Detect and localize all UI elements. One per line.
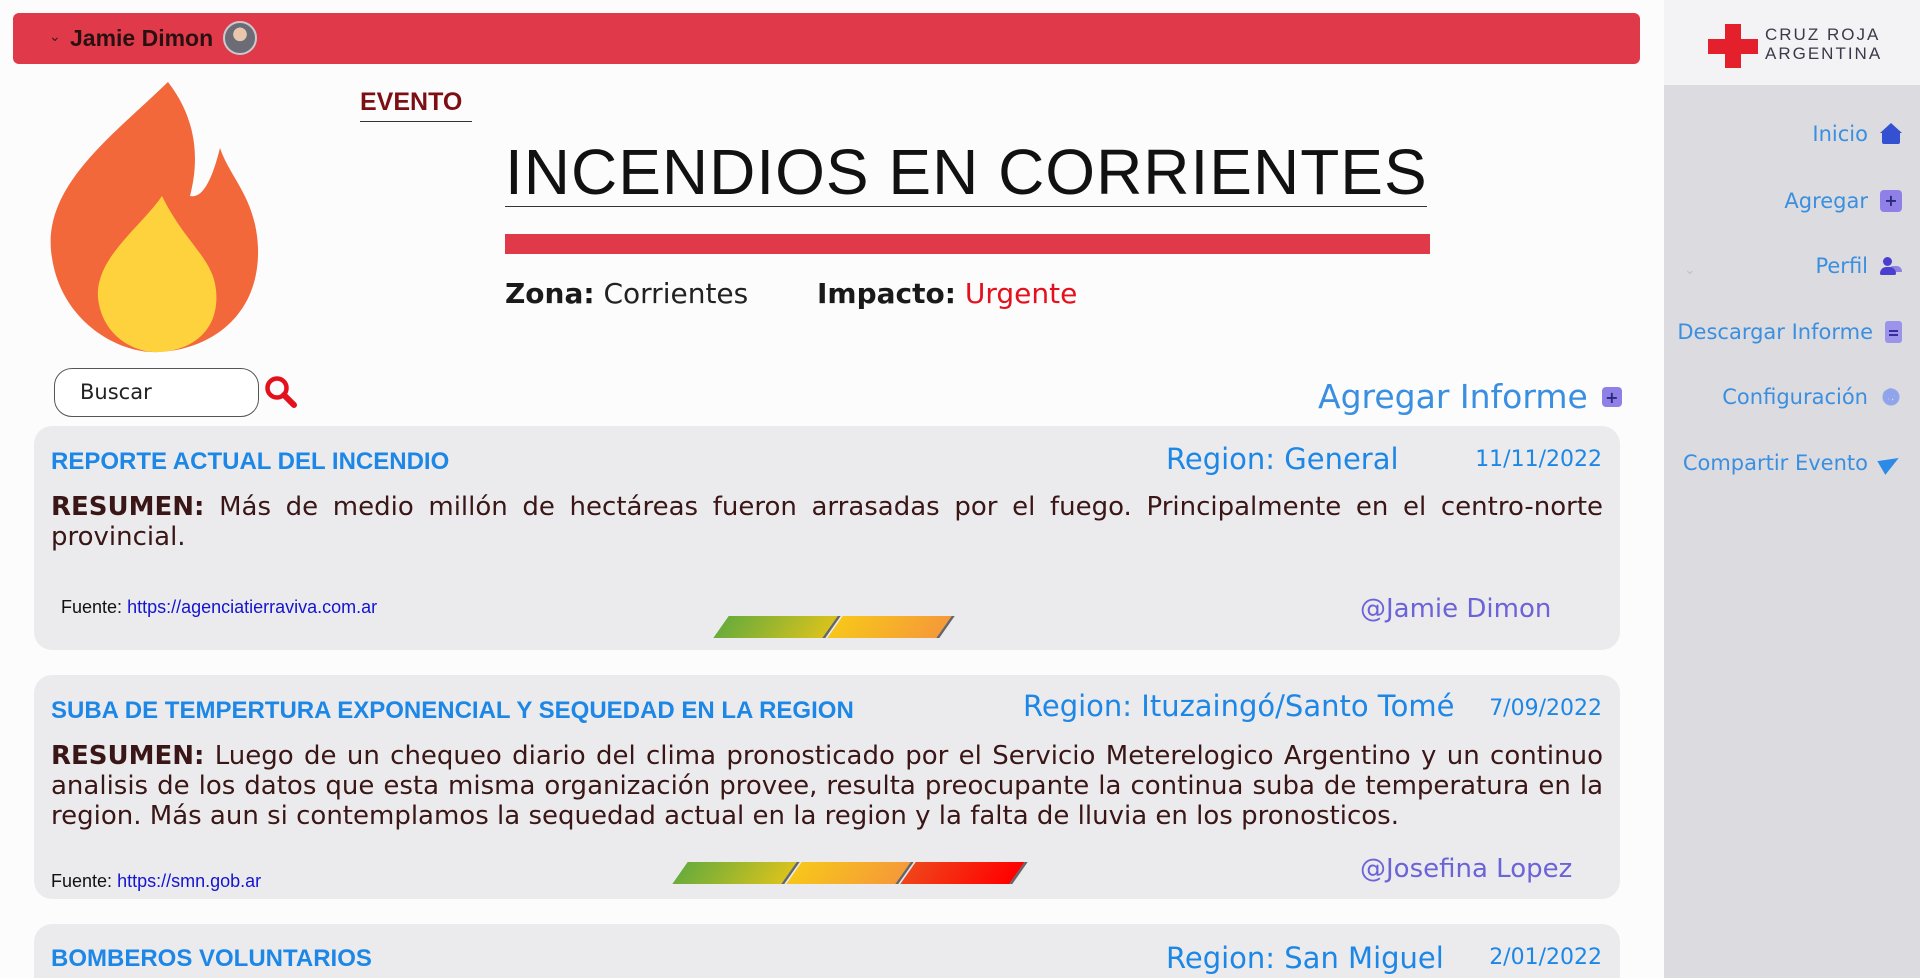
zone-info: Zona: Corrientes bbox=[505, 277, 748, 310]
sidebar: CRUZ ROJA ARGENTINA Inicio Agregar + ⌄ P… bbox=[1664, 0, 1920, 978]
impact-segment-high bbox=[900, 862, 1028, 884]
report-region: Region: San Miguel bbox=[1166, 941, 1444, 975]
page: ⌄ Jamie Dimon EVENTO INCENDIOS EN CORRIE… bbox=[0, 0, 1920, 978]
sidebar-item-agregar[interactable]: Agregar + bbox=[1784, 189, 1902, 213]
plus-square-icon: + bbox=[1601, 386, 1622, 407]
user-name[interactable]: Jamie Dimon bbox=[70, 25, 213, 52]
zone-label: Zona: bbox=[505, 277, 595, 310]
gear-icon bbox=[1880, 384, 1902, 408]
impact-segment-medium bbox=[786, 862, 914, 884]
avatar[interactable] bbox=[223, 21, 257, 55]
summary-label: RESUMEN: bbox=[51, 492, 205, 522]
event-tag: EVENTO bbox=[360, 88, 472, 122]
report-summary: RESUMEN: Más de medio millón de hectárea… bbox=[51, 492, 1603, 552]
report-source: Fuente: https://agenciatierraviva.com.ar bbox=[61, 597, 377, 618]
report-region: Region: General bbox=[1166, 442, 1399, 476]
impact-info: Impacto: Urgente bbox=[817, 277, 1077, 310]
impact-value: Urgente bbox=[964, 277, 1078, 310]
sidebar-item-configuracion[interactable]: Configuración bbox=[1722, 384, 1902, 409]
report-title[interactable]: REPORTE ACTUAL DEL INCENDIO bbox=[51, 448, 449, 476]
sidebar-item-label: Configuración bbox=[1722, 385, 1868, 409]
sidebar-item-label: Perfil bbox=[1815, 254, 1868, 278]
report-card[interactable]: REPORTE ACTUAL DEL INCENDIO Region: Gene… bbox=[34, 426, 1620, 650]
plus-square-icon: + bbox=[1880, 190, 1902, 212]
report-card[interactable]: BOMBEROS VOLUNTARIOS Region: San Miguel … bbox=[34, 924, 1620, 978]
summary-text: Luego de un chequeo diario del clima pro… bbox=[51, 741, 1604, 831]
impact-meter bbox=[672, 862, 1028, 884]
report-summary: RESUMEN: Luego de un chequeo diario del … bbox=[51, 741, 1603, 831]
report-date: 11/11/2022 bbox=[1475, 447, 1602, 472]
impact-label: Impacto: bbox=[817, 277, 956, 310]
source-link[interactable]: https://smn.gob.ar bbox=[117, 871, 261, 891]
report-author[interactable]: @Jamie Dimon bbox=[1360, 594, 1551, 624]
title-underline bbox=[505, 206, 1427, 207]
report-date: 7/09/2022 bbox=[1489, 696, 1602, 721]
impact-segment-low bbox=[713, 616, 841, 638]
zone-value: Corrientes bbox=[603, 277, 749, 310]
source-label: Fuente: bbox=[51, 871, 113, 891]
source-link[interactable]: https://agenciatierraviva.com.ar bbox=[127, 597, 377, 617]
sidebar-item-inicio[interactable]: Inicio bbox=[1812, 122, 1902, 146]
report-title[interactable]: SUBA DE TEMPERTURA EXPONENCIAL Y SEQUEDA… bbox=[51, 697, 854, 725]
add-report-label: Agregar Informe bbox=[1318, 377, 1588, 416]
sidebar-item-label: Agregar bbox=[1784, 189, 1868, 213]
top-bar: ⌄ Jamie Dimon bbox=[13, 13, 1640, 64]
logo[interactable]: CRUZ ROJA ARGENTINA bbox=[1664, 0, 1920, 85]
sidebar-item-label: Inicio bbox=[1812, 122, 1868, 146]
sidebar-item-label: Compartir Evento bbox=[1682, 451, 1868, 475]
add-report-button[interactable]: Agregar Informe + bbox=[1318, 377, 1622, 416]
chevron-down-icon[interactable]: ⌄ bbox=[49, 29, 61, 45]
page-title: INCENDIOS EN CORRIENTES bbox=[505, 136, 1428, 208]
title-accent-bar bbox=[505, 234, 1430, 254]
source-label: Fuente: bbox=[61, 597, 123, 617]
impact-segment-medium bbox=[827, 616, 955, 638]
users-icon bbox=[1880, 255, 1902, 277]
summary-text: Más de medio millón de hectáreas fueron … bbox=[51, 492, 1604, 552]
impact-meter bbox=[713, 616, 955, 638]
report-source: Fuente: https://smn.gob.ar bbox=[51, 871, 261, 892]
home-icon bbox=[1880, 123, 1902, 145]
document-icon bbox=[1885, 321, 1902, 343]
report-date: 2/01/2022 bbox=[1489, 945, 1602, 970]
report-title[interactable]: BOMBEROS VOLUNTARIOS bbox=[51, 945, 372, 973]
logo-text: CRUZ ROJA ARGENTINA bbox=[1765, 25, 1883, 63]
sidebar-item-label: Descargar Informe bbox=[1677, 320, 1873, 344]
search-icon[interactable] bbox=[264, 375, 298, 409]
search-input[interactable]: Buscar bbox=[54, 368, 259, 417]
chevron-down-icon[interactable]: ⌄ bbox=[1684, 262, 1696, 278]
sidebar-item-descargar-informe[interactable]: Descargar Informe bbox=[1677, 320, 1902, 344]
red-cross-icon bbox=[1708, 24, 1758, 68]
report-card[interactable]: SUBA DE TEMPERTURA EXPONENCIAL Y SEQUEDA… bbox=[34, 675, 1620, 899]
sidebar-item-perfil[interactable]: Perfil bbox=[1815, 254, 1902, 278]
report-author[interactable]: @Josefina Lopez bbox=[1360, 854, 1572, 884]
impact-segment-low bbox=[672, 862, 800, 884]
sidebar-item-compartir-evento[interactable]: Compartir Evento bbox=[1683, 451, 1902, 475]
summary-label: RESUMEN: bbox=[51, 741, 205, 771]
report-region: Region: Ituzaingó/Santo Tomé bbox=[1023, 689, 1455, 723]
fire-icon bbox=[50, 82, 259, 353]
send-icon bbox=[1880, 452, 1902, 474]
